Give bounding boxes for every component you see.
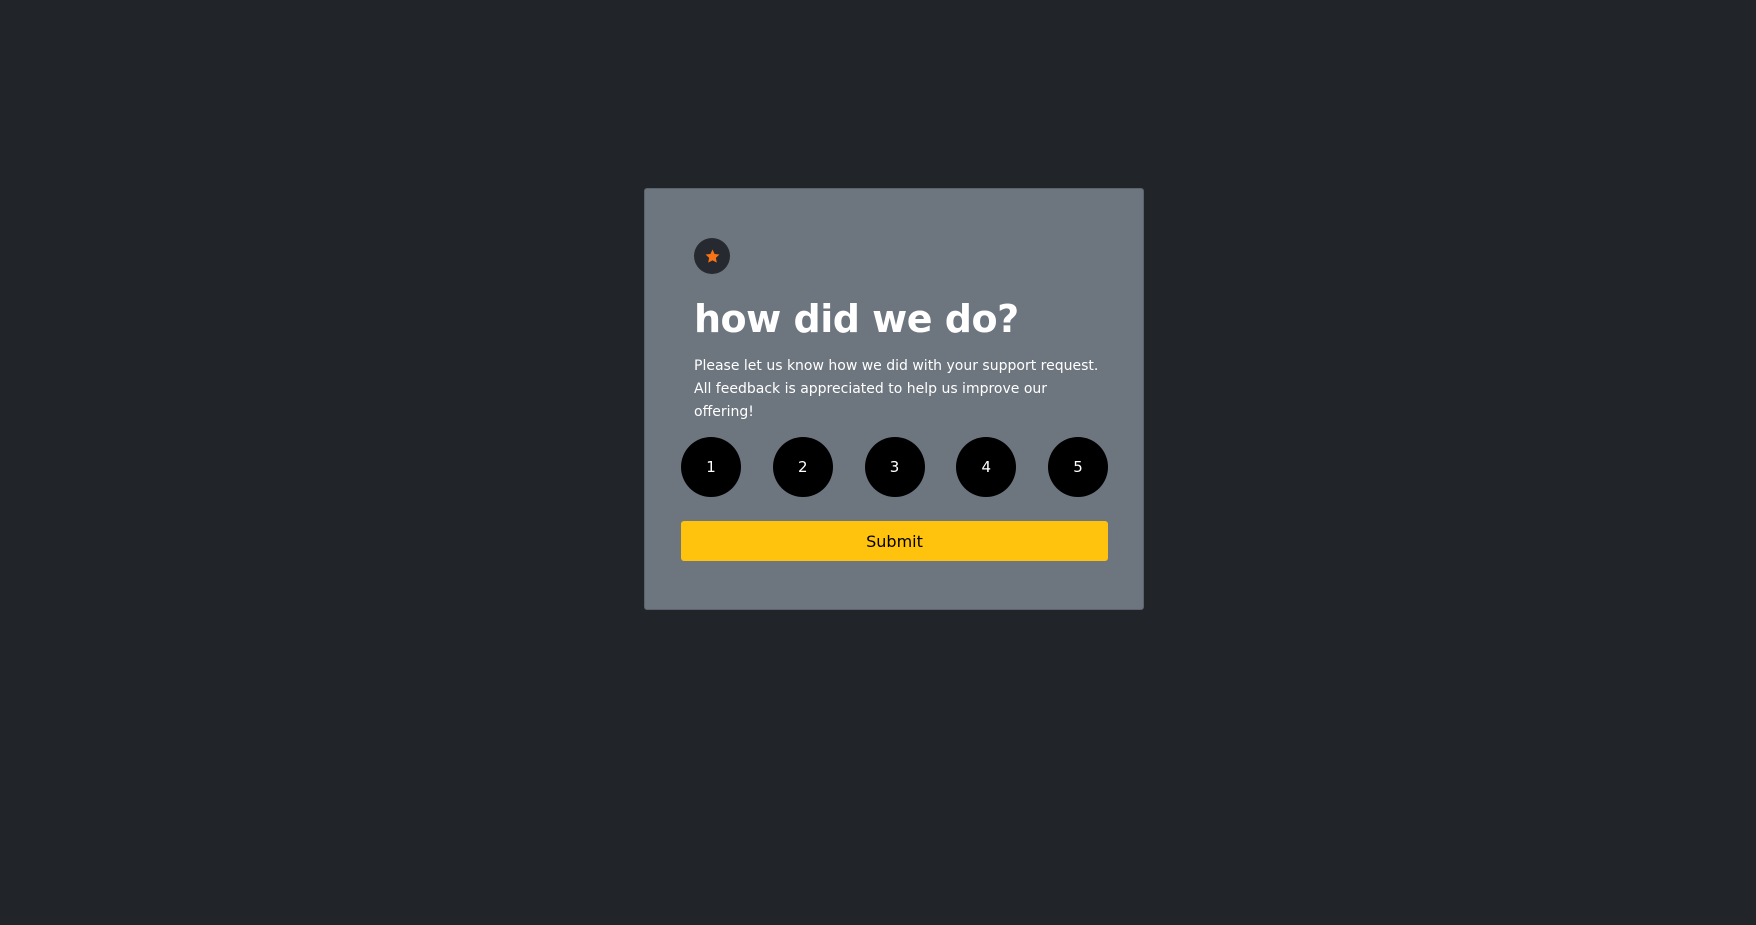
- rating-button-4[interactable]: 4: [956, 437, 1017, 497]
- rating-button-1[interactable]: 1: [681, 437, 741, 497]
- rating-button-3[interactable]: 3: [864, 437, 925, 497]
- description-text: Please let us know how we did with your …: [694, 358, 1099, 420]
- feedback-card: how did we do? Please let us know how we…: [644, 188, 1144, 610]
- rating-options: 1 2 3 4 5: [681, 437, 1108, 497]
- submit-button[interactable]: Submit: [681, 521, 1108, 561]
- rating-button-5[interactable]: 5: [1048, 437, 1108, 497]
- star-icon: [705, 249, 719, 263]
- star-badge: [694, 238, 730, 274]
- page-title: how did we do?: [694, 297, 1019, 341]
- rating-button-2[interactable]: 2: [772, 437, 833, 497]
